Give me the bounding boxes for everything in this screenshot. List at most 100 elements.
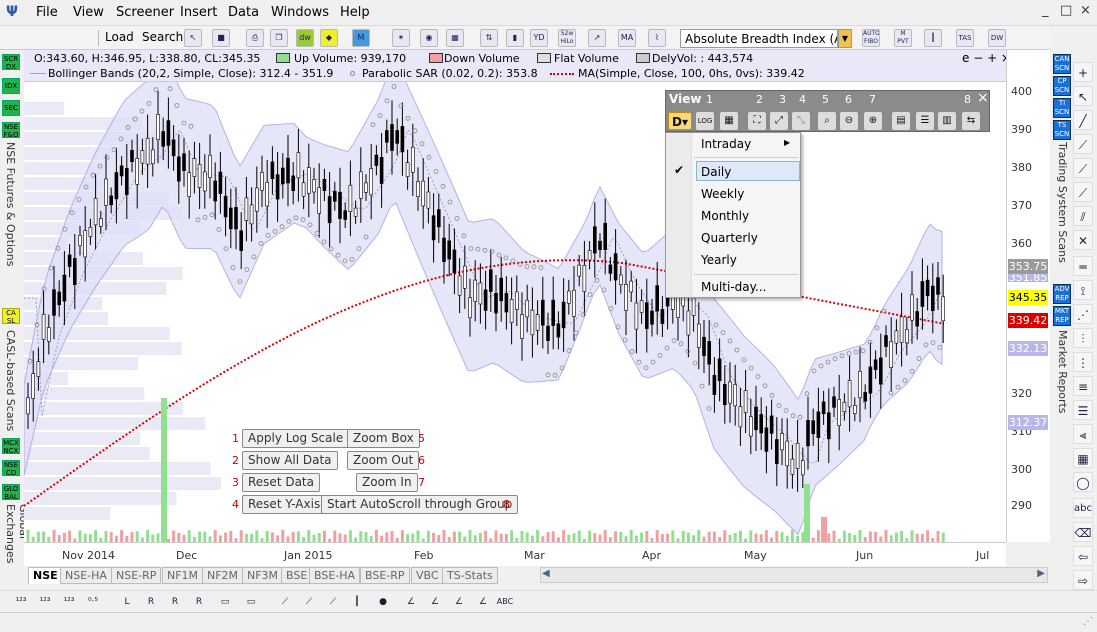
- maximize-button[interactable]: □: [1060, 3, 1072, 18]
- reset-y-axis-button[interactable]: Reset Y-Axis: [242, 495, 327, 514]
- ellipse-icon[interactable]: ◯: [1073, 472, 1093, 492]
- grid-toggle-icon[interactable]: ▦: [720, 112, 738, 130]
- sl-channel-icon[interactable]: ⫽: [1073, 206, 1093, 226]
- horizontal-scrollbar[interactable]: ◀ ▶: [540, 567, 1048, 583]
- menu-screener[interactable]: Screener: [116, 5, 174, 20]
- tab-bse[interactable]: BSE: [281, 567, 313, 584]
- angle3-icon[interactable]: ∠: [450, 593, 468, 611]
- wave-r-icon[interactable]: R: [142, 593, 160, 611]
- gann-fan-icon[interactable]: ⋰: [1073, 304, 1093, 324]
- menu-data[interactable]: Data: [228, 5, 259, 20]
- close-button[interactable]: ×: [1080, 3, 1091, 18]
- fit-icon[interactable]: ⤡: [792, 112, 810, 130]
- 52w-hilo-icon[interactable]: 52w HiLo: [558, 29, 576, 47]
- tab-nf2m[interactable]: NF2M: [202, 567, 244, 584]
- ma-icon[interactable]: MA: [618, 29, 636, 47]
- view-slot-number[interactable]: 1: [706, 93, 713, 106]
- fib-retracement-icon[interactable]: ≡: [1073, 376, 1093, 396]
- sidebar-btn-nse-fno[interactable]: NSE F&O: [2, 122, 20, 139]
- line-tool2-icon[interactable]: ⟋: [300, 593, 318, 611]
- sidebar-btn-mkt-rep[interactable]: MKT REP: [1053, 306, 1071, 326]
- report-icon[interactable]: ▥: [938, 112, 956, 130]
- box-icon[interactable]: ▭: [216, 593, 234, 611]
- view-slot-number[interactable]: 2: [756, 93, 763, 106]
- menu-windows[interactable]: Windows: [271, 5, 329, 20]
- dw-pattern-icon[interactable]: DW: [988, 29, 1006, 47]
- wave-r3-icon[interactable]: R: [190, 593, 208, 611]
- m-icon[interactable]: M: [352, 29, 370, 47]
- period-dropdown-button[interactable]: D▾: [668, 112, 692, 130]
- nav-back-icon[interactable]: ⇦: [1073, 546, 1093, 566]
- count-123-3-icon[interactable]: ¹²³: [60, 593, 78, 611]
- sidebar-btn-nsecd[interactable]: NSE CD: [2, 460, 20, 477]
- split-icon[interactable]: ⇅: [480, 29, 498, 47]
- price-axis[interactable]: 400 390 380 370 360 320 310 300 290 353.…: [1006, 50, 1050, 542]
- nse-futures-label[interactable]: NSE Futures & Options: [4, 142, 17, 266]
- angle2-icon[interactable]: ∠: [426, 593, 444, 611]
- save-icon[interactable]: ■: [212, 29, 230, 47]
- diamond-icon[interactable]: ◆: [320, 29, 338, 47]
- list-icon[interactable]: ☰: [916, 112, 934, 130]
- sidebar-btn-global[interactable]: GLO BAL: [2, 484, 20, 501]
- copy-icon[interactable]: ❐: [270, 29, 288, 47]
- view-slot-number[interactable]: 6: [845, 93, 852, 106]
- zoom-box-icon[interactable]: ⛶: [748, 112, 766, 130]
- zoom-out-button[interactable]: Zoom Out: [347, 451, 420, 470]
- fan-lines-icon[interactable]: ⋮: [1073, 352, 1093, 372]
- chart-pattern-icon[interactable]: ⌇: [648, 29, 666, 47]
- chevron-down-icon[interactable]: ▼: [838, 29, 852, 48]
- menu-item-quarterly[interactable]: Quarterly: [701, 231, 758, 245]
- fib-levels-icon[interactable]: ☰: [1073, 400, 1093, 420]
- view-panel-close-icon[interactable]: ×: [977, 90, 989, 106]
- auto-fibo-icon[interactable]: AUTO FIBO: [862, 29, 880, 47]
- arrow-tool-icon[interactable]: ↗: [588, 29, 606, 47]
- menu-label-daily[interactable]: Daily: [701, 165, 731, 179]
- scroll-left-icon[interactable]: ◀: [542, 568, 550, 579]
- record-icon[interactable]: ●: [374, 593, 392, 611]
- tab-bse-ha[interactable]: BSE-HA: [309, 567, 361, 584]
- tab-nf3m[interactable]: NF3M: [242, 567, 284, 584]
- nav-forward-icon[interactable]: ⇨: [1073, 570, 1093, 590]
- tas-icon[interactable]: TAS: [956, 29, 974, 47]
- wave-l-icon[interactable]: L: [118, 593, 136, 611]
- menu-view[interactable]: View: [73, 5, 104, 20]
- count-123-icon[interactable]: ¹²³: [12, 593, 30, 611]
- menu-item-multi-day[interactable]: Multi-day...: [701, 280, 766, 294]
- scroll-icon[interactable]: ⇆: [962, 112, 980, 130]
- sl-line3-icon[interactable]: ⟋: [1073, 182, 1093, 202]
- bars-tool-icon[interactable]: ┃: [348, 593, 366, 611]
- abc-wave-icon[interactable]: ABC: [496, 593, 514, 611]
- andrews-pitchfork-icon[interactable]: ⫷: [1073, 424, 1093, 444]
- fib-fan-icon[interactable]: ⟟: [1073, 280, 1093, 300]
- zoom-in-icon[interactable]: ⊕: [864, 112, 882, 130]
- expand-icon[interactable]: ⤢: [770, 112, 788, 130]
- date-axis[interactable]: Nov 2014 Dec Jan 2015 Feb Mar Apr May Ju…: [24, 542, 1006, 566]
- eraser-icon[interactable]: ⌫: [1073, 522, 1093, 542]
- cursor-tool-icon[interactable]: ↖: [184, 29, 202, 47]
- volume-icon[interactable]: ▮: [506, 29, 524, 47]
- menu-item-yearly[interactable]: Yearly: [701, 253, 737, 267]
- resize-grip-icon[interactable]: ⋰: [1083, 616, 1093, 627]
- trendline-icon[interactable]: ╱: [1073, 110, 1093, 130]
- sidebar-btn-ti-scn[interactable]: TI SCN: [1053, 98, 1071, 118]
- dw-icon[interactable]: dw: [296, 29, 314, 47]
- market-reports-label[interactable]: Market Reports: [1056, 330, 1069, 414]
- box2-icon[interactable]: ▭: [242, 593, 260, 611]
- zoom-out-icon[interactable]: ⊖: [840, 112, 858, 130]
- tab-nf1m[interactable]: NF1M: [162, 567, 204, 584]
- search-button[interactable]: Search: [139, 29, 186, 47]
- horizontal-line-icon[interactable]: ═: [1073, 256, 1093, 276]
- calculator-icon[interactable]: ▦: [446, 29, 464, 47]
- load-button[interactable]: Load: [102, 29, 137, 47]
- view-slot-number[interactable]: 3: [779, 93, 786, 106]
- sl-cross-icon[interactable]: ✕: [1073, 230, 1093, 250]
- view-slot-number[interactable]: 7: [869, 93, 876, 106]
- globe-icon[interactable]: ◉: [420, 29, 438, 47]
- candlestick-icon[interactable]: ┃: [924, 29, 942, 47]
- crosshair-icon[interactable]: +: [1073, 62, 1093, 82]
- network-icon[interactable]: ✶: [392, 29, 410, 47]
- tab-ts-stats[interactable]: TS-Stats: [442, 567, 498, 584]
- scroll-right-icon[interactable]: ▶: [1037, 568, 1045, 579]
- sidebar-btn-idx[interactable]: IDX: [2, 78, 20, 94]
- menu-insert[interactable]: Insert: [180, 5, 217, 20]
